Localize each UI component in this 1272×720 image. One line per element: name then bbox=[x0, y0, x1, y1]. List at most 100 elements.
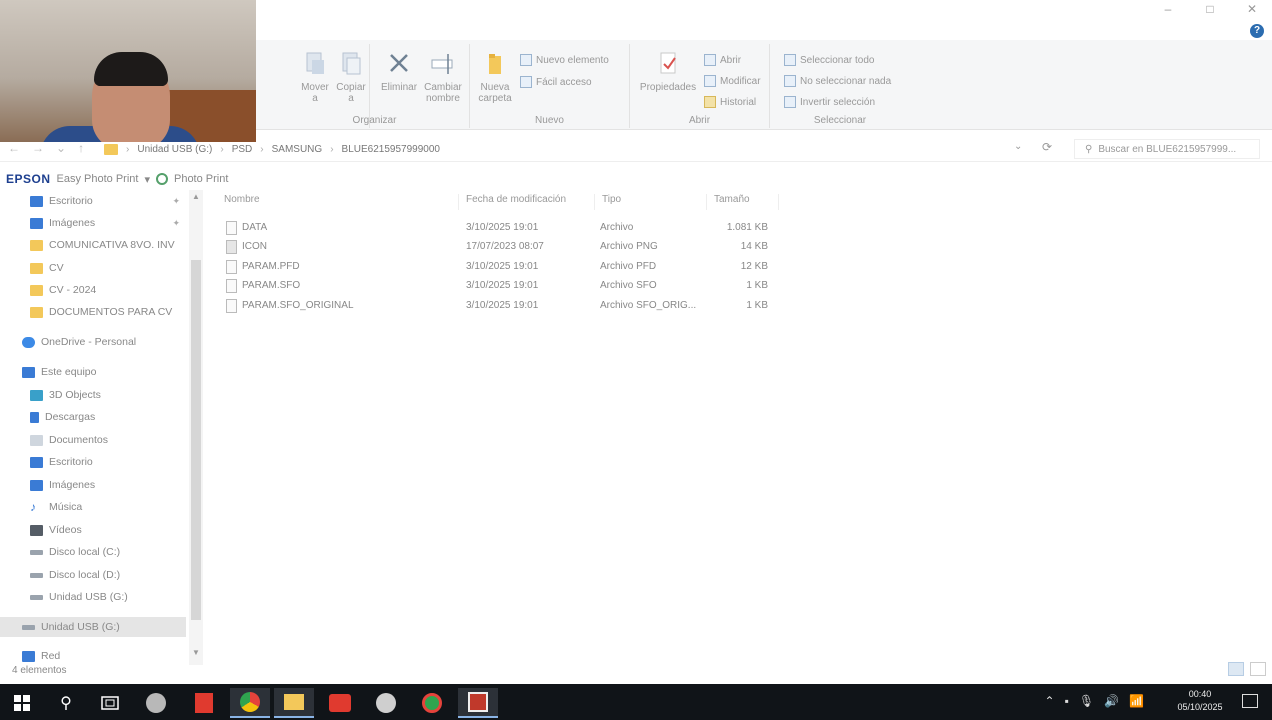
sidebar-item-network[interactable]: Red bbox=[0, 646, 186, 666]
breadcrumb-item[interactable]: BLUE6215957999000 bbox=[342, 144, 440, 155]
chevron-up-icon[interactable]: ⌃ bbox=[1045, 694, 1055, 708]
taskbar-app[interactable] bbox=[320, 688, 360, 718]
sidebar-scrollbar[interactable]: ▲ ▼ bbox=[189, 190, 203, 665]
sidebar-item-folder[interactable]: DOCUMENTOS PARA CV bbox=[0, 302, 186, 322]
table-row[interactable]: PARAM.SFO 3/10/2025 19:01 Archivo SFO 1 … bbox=[222, 277, 782, 296]
details-view-icon[interactable] bbox=[1228, 662, 1244, 676]
search-input[interactable]: ⚲ Buscar en BLUE6215957999... bbox=[1074, 139, 1260, 159]
forward-icon[interactable]: → bbox=[32, 141, 56, 155]
column-header-date[interactable]: Fecha de modificación bbox=[466, 194, 566, 212]
taskbar-app-active[interactable] bbox=[230, 688, 270, 718]
game-app-icon bbox=[146, 693, 166, 713]
open-button[interactable]: Abrir bbox=[704, 54, 741, 66]
search-button[interactable]: ⚲ bbox=[46, 688, 86, 718]
sidebar-item-downloads[interactable]: Descargas bbox=[0, 407, 186, 427]
taskbar-app[interactable] bbox=[184, 688, 224, 718]
sidebar-item-onedrive[interactable]: OneDrive - Personal bbox=[0, 332, 186, 352]
properties-button[interactable]: Propiedades bbox=[638, 50, 698, 93]
invert-selection-button[interactable]: Invertir selección bbox=[784, 96, 875, 108]
table-row[interactable]: ICON 17/07/2023 08:07 Archivo PNG 14 KB bbox=[222, 238, 782, 257]
camera-icon[interactable]: ▪ bbox=[1065, 694, 1069, 708]
microphone-icon[interactable]: 🎙 bbox=[1079, 694, 1094, 708]
easy-access-button[interactable]: Fácil acceso bbox=[520, 76, 592, 88]
start-button[interactable] bbox=[2, 688, 42, 718]
rename-button[interactable]: Cambiar nombre bbox=[420, 50, 466, 104]
cloud-icon bbox=[22, 336, 35, 348]
file-name: PARAM.SFO_ORIGINAL bbox=[242, 300, 354, 311]
close-button[interactable]: ✕ bbox=[1242, 2, 1262, 16]
breadcrumb-separator-icon: › bbox=[220, 143, 224, 155]
delete-icon bbox=[390, 54, 408, 72]
table-row[interactable]: PARAM.PFD 3/10/2025 19:01 Archivo PFD 12… bbox=[222, 258, 782, 277]
sidebar-item-desktop[interactable]: Escritorio bbox=[0, 452, 186, 472]
taskbar-app-active[interactable] bbox=[274, 688, 314, 718]
breadcrumb-item[interactable]: Unidad USB (G:) bbox=[137, 144, 212, 155]
taskbar-app[interactable] bbox=[366, 688, 406, 718]
delete-label: Eliminar bbox=[380, 82, 418, 93]
file-size: 1 KB bbox=[746, 300, 768, 311]
column-header-size[interactable]: Tamaño bbox=[714, 194, 750, 212]
new-folder-button[interactable]: Nueva carpeta bbox=[472, 50, 518, 104]
sidebar-item-local-disk-c[interactable]: Disco local (C:) bbox=[0, 542, 186, 562]
address-dropdown-icon[interactable]: ⌄ bbox=[1014, 141, 1022, 152]
breadcrumb[interactable]: › Unidad USB (G:) › PSD › SAMSUNG › BLUE… bbox=[104, 140, 1024, 158]
task-view-button[interactable] bbox=[90, 688, 130, 718]
sidebar-item-videos[interactable]: Vídeos bbox=[0, 520, 186, 540]
column-header-name[interactable]: Nombre bbox=[224, 194, 260, 212]
select-all-button[interactable]: Seleccionar todo bbox=[784, 54, 875, 66]
item-count: 4 elementos bbox=[12, 665, 67, 676]
easy-photo-print-link[interactable]: Easy Photo Print bbox=[57, 173, 139, 185]
column-separator[interactable] bbox=[778, 194, 779, 210]
scroll-up-icon[interactable]: ▲ bbox=[192, 192, 200, 201]
copy-to-button[interactable]: Copiar a bbox=[328, 50, 374, 104]
column-header-type[interactable]: Tipo bbox=[602, 194, 621, 212]
select-none-button[interactable]: No seleccionar nada bbox=[784, 75, 891, 87]
breadcrumb-item[interactable]: PSD bbox=[232, 144, 253, 155]
sidebar-item-folder[interactable]: CV - 2024 bbox=[0, 280, 186, 300]
scroll-down-icon[interactable]: ▼ bbox=[192, 648, 200, 657]
new-item-button[interactable]: Nuevo elemento bbox=[520, 54, 609, 66]
recent-icon[interactable]: ⌄ bbox=[56, 141, 78, 155]
sidebar-item-pictures[interactable]: Imágenes bbox=[0, 475, 186, 495]
maximize-button[interactable]: □ bbox=[1200, 2, 1220, 16]
sidebar-item-3d-objects[interactable]: 3D Objects bbox=[0, 385, 186, 405]
sidebar-item-this-pc[interactable]: Este equipo bbox=[0, 362, 186, 382]
notification-icon[interactable] bbox=[1242, 694, 1258, 708]
webcam-person-hair bbox=[94, 52, 168, 86]
sidebar-item-documents[interactable]: Documentos bbox=[0, 430, 186, 450]
sidebar-item-usb-g-selected[interactable]: Unidad USB (G:) bbox=[0, 617, 186, 637]
network-icon[interactable]: 📶 bbox=[1129, 694, 1144, 708]
chevron-down-icon[interactable]: ▾ bbox=[144, 173, 150, 186]
edit-button[interactable]: Modificar bbox=[704, 75, 761, 87]
help-icon[interactable]: ? bbox=[1250, 24, 1264, 38]
sidebar-item-desktop[interactable]: Escritorio ✦ bbox=[0, 191, 186, 211]
file-date: 3/10/2025 19:01 bbox=[466, 222, 539, 233]
sidebar-item-music[interactable]: ♪ Música bbox=[0, 497, 186, 517]
volume-icon[interactable]: 🔊 bbox=[1104, 694, 1119, 708]
delete-button[interactable]: Eliminar bbox=[376, 50, 422, 93]
column-separator[interactable] bbox=[594, 194, 595, 210]
breadcrumb-item[interactable]: SAMSUNG bbox=[272, 144, 323, 155]
sidebar-item-pictures[interactable]: Imágenes ✦ bbox=[0, 213, 186, 233]
photo-print-link[interactable]: Photo Print bbox=[174, 173, 228, 185]
media-app-icon bbox=[329, 694, 351, 712]
sidebar-item-local-disk-d[interactable]: Disco local (D:) bbox=[0, 565, 186, 585]
history-button[interactable]: Historial bbox=[704, 96, 756, 108]
refresh-icon[interactable]: ⟳ bbox=[1042, 140, 1052, 154]
column-separator[interactable] bbox=[458, 194, 459, 210]
sidebar-item-usb-g[interactable]: Unidad USB (G:) bbox=[0, 587, 186, 607]
large-icons-view-icon[interactable] bbox=[1250, 662, 1266, 676]
column-separator[interactable] bbox=[706, 194, 707, 210]
clock[interactable]: 00:40 05/10/2025 bbox=[1170, 688, 1230, 714]
table-row[interactable]: DATA 3/10/2025 19:01 Archivo 1.081 KB bbox=[222, 219, 782, 238]
taskbar-app-active[interactable] bbox=[458, 688, 498, 718]
scrollbar-thumb[interactable] bbox=[191, 260, 201, 620]
minimize-button[interactable]: – bbox=[1158, 2, 1178, 16]
table-row[interactable]: PARAM.SFO_ORIGINAL 3/10/2025 19:01 Archi… bbox=[222, 297, 782, 316]
up-icon[interactable]: ↑ bbox=[78, 141, 96, 155]
sidebar-item-folder[interactable]: CV bbox=[0, 258, 186, 278]
taskbar-app[interactable] bbox=[412, 688, 452, 718]
back-icon[interactable]: ← bbox=[8, 141, 32, 155]
taskbar-app[interactable] bbox=[136, 688, 176, 718]
sidebar-item-folder[interactable]: COMUNICATIVA 8VO. INV bbox=[0, 235, 186, 255]
